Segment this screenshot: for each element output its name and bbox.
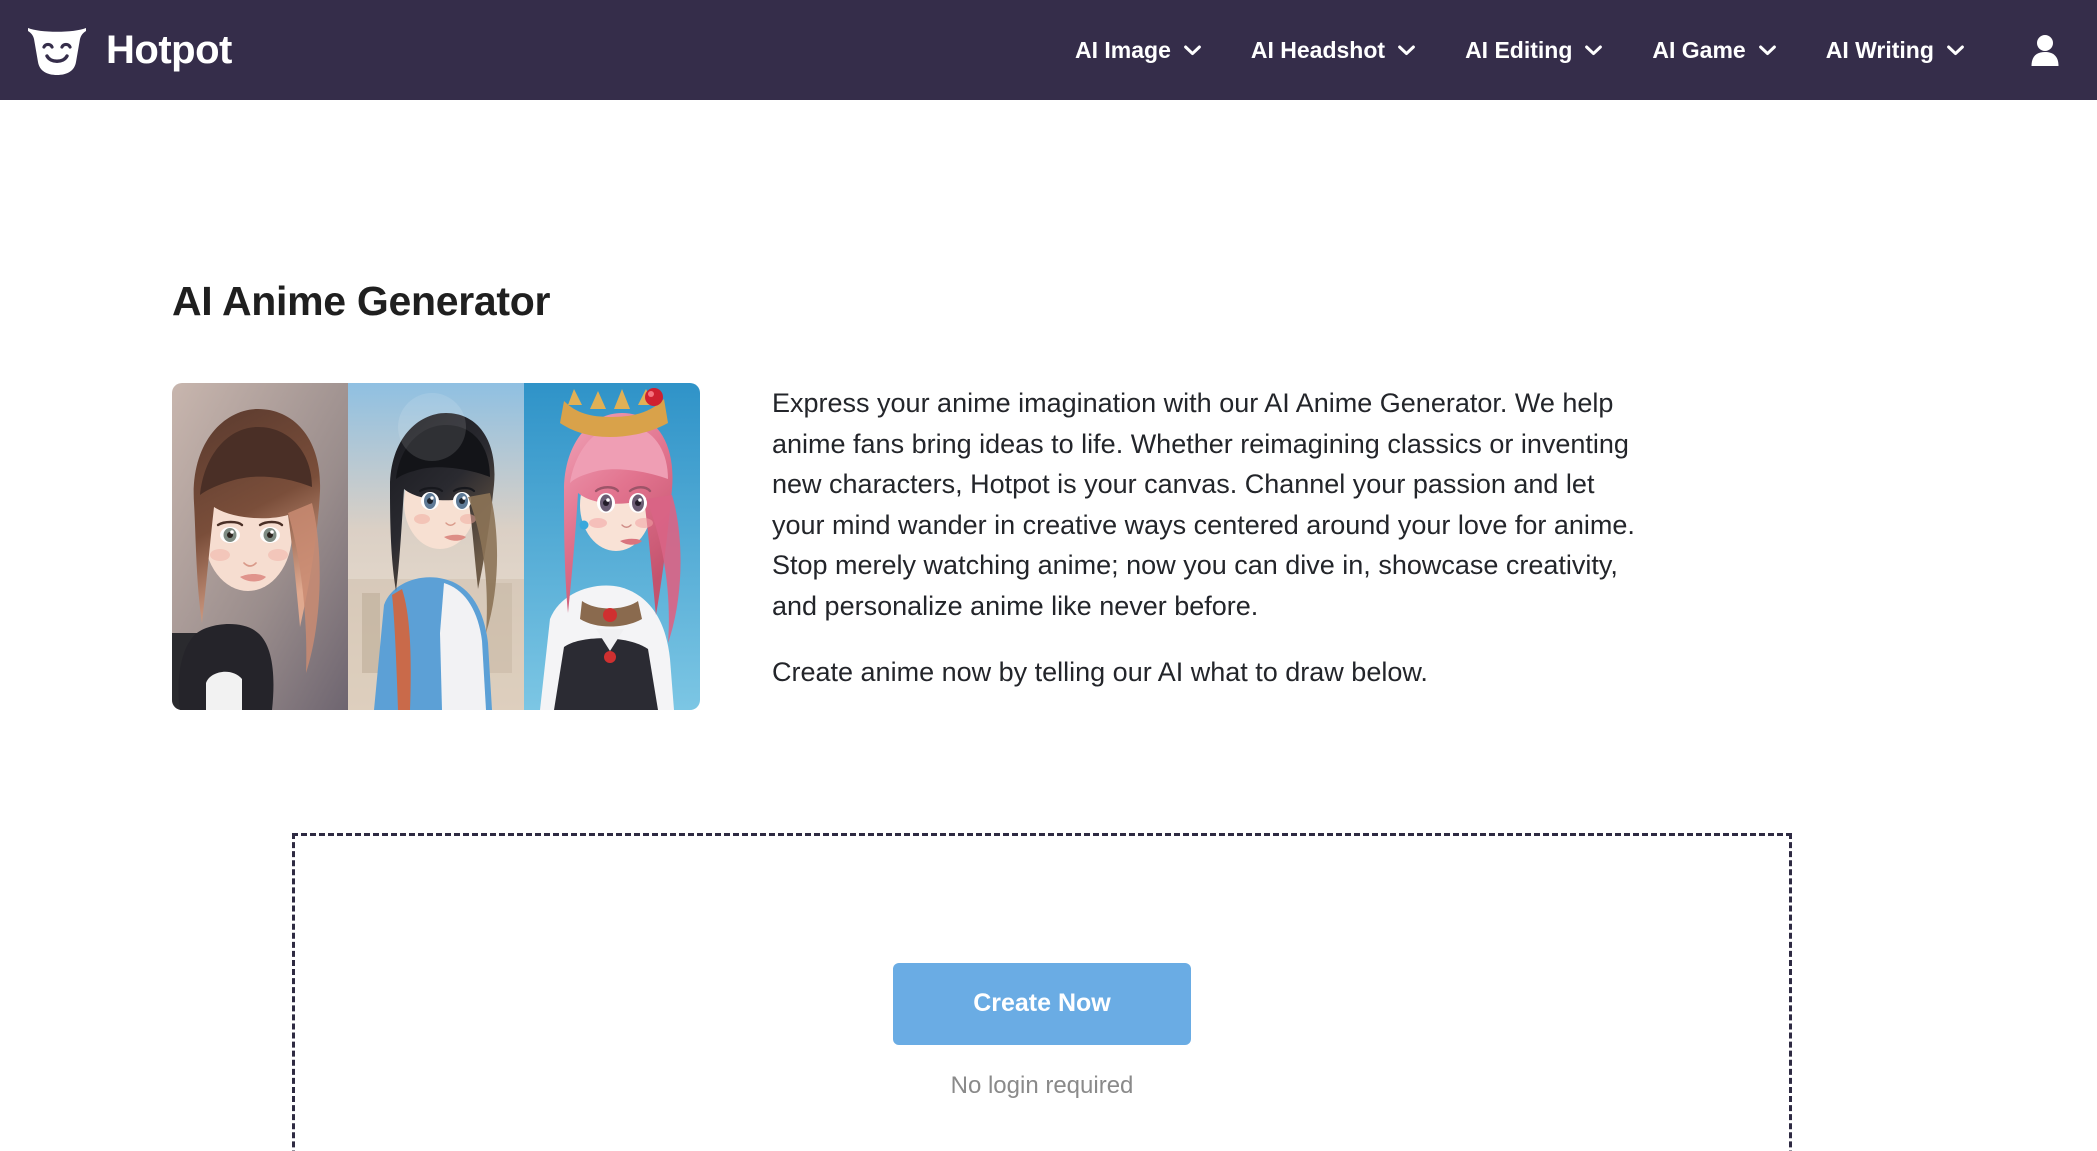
- nav-label: AI Image: [1075, 36, 1171, 63]
- nav-label: AI Writing: [1825, 36, 1934, 63]
- chevron-down-icon: [1758, 45, 1776, 56]
- generator-dropzone[interactable]: Create Now No login required: [292, 833, 1792, 1151]
- nav-label: AI Editing: [1465, 36, 1573, 63]
- nav-label: AI Headshot: [1250, 36, 1386, 63]
- nav-item-ai-editing[interactable]: AI Editing: [1440, 0, 1627, 100]
- brand-logo-link[interactable]: Hotpot: [26, 24, 232, 76]
- chevron-down-icon: [1585, 45, 1603, 56]
- hero-anime-image-strip: [172, 383, 700, 710]
- chevron-down-icon: [1946, 45, 1964, 56]
- no-login-required-text: No login required: [950, 1071, 1134, 1099]
- chevron-down-icon: [1398, 45, 1415, 56]
- user-account-icon: [2030, 34, 2060, 66]
- nav-item-ai-image[interactable]: AI Image: [1050, 0, 1226, 100]
- hero-panel-pink-haired-anime-girl-with-crown: [524, 383, 700, 710]
- cta-paragraph: Create anime now by telling our AI what …: [772, 657, 1428, 687]
- hero-panel-brown-haired-anime-girl: [172, 383, 348, 710]
- brand-name: Hotpot: [106, 28, 232, 72]
- main-navigation: AI Image AI Headshot AI Editing AI Game: [1050, 0, 1989, 100]
- hero-panel-black-haired-anime-girl-blue-top: [348, 383, 524, 710]
- site-header: Hotpot AI Image AI Headshot AI Editing A…: [0, 0, 2097, 100]
- nav-item-ai-writing[interactable]: AI Writing: [1801, 0, 1989, 100]
- description-copy: Express your anime imagination with our …: [772, 383, 1652, 693]
- chevron-down-icon: [1183, 45, 1201, 56]
- nav-item-ai-headshot[interactable]: AI Headshot: [1226, 0, 1440, 100]
- nav-label: AI Game: [1652, 36, 1746, 63]
- nav-item-ai-game[interactable]: AI Game: [1627, 0, 1800, 100]
- create-now-button[interactable]: Create Now: [893, 962, 1191, 1045]
- page-title: AI Anime Generator: [172, 278, 551, 324]
- hotpot-smiling-pot-logo-icon: [26, 24, 88, 76]
- intro-paragraph: Express your anime imagination with our …: [772, 388, 1635, 621]
- account-button[interactable]: [2023, 28, 2067, 72]
